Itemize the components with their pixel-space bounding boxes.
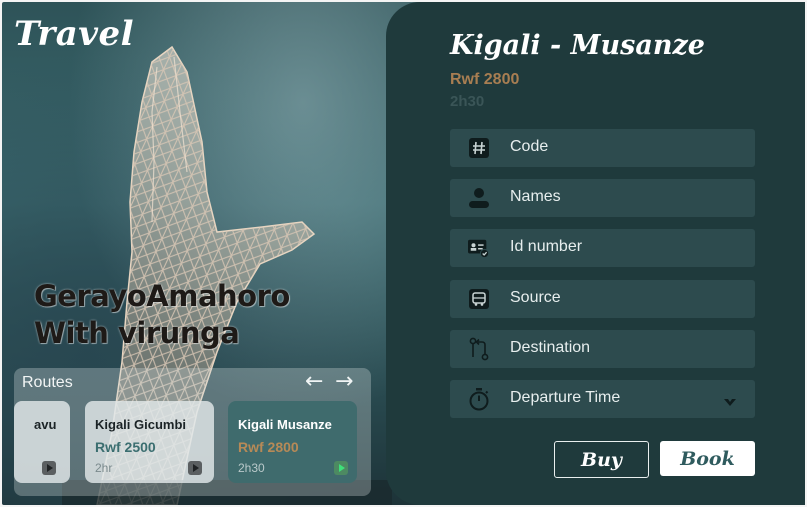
headline-line-1: GerayoAmahoro [34,279,290,313]
route-card[interactable]: avu [14,401,70,483]
booking-route-title: Kigali - Musanze [450,30,705,61]
stopwatch-icon [468,388,490,411]
id-number-field-label: Id number [510,238,583,255]
buy-button[interactable]: Buy [554,441,649,478]
route-card-price: Rwf 2500 [95,439,156,455]
play-icon[interactable] [42,461,56,475]
book-button[interactable]: Book [660,441,755,476]
route-card-title: avu [34,417,57,432]
route-card-title: Kigali Gicumbi [95,417,187,432]
route-card-title: Kigali Musanze [238,417,332,432]
route-card-time: 2hr [95,461,113,475]
hash-icon [468,137,490,159]
routes-title: Routes [22,374,73,391]
id-card-icon [468,237,490,259]
source-field-label: Source [510,289,561,306]
brand-logo: Travel [14,14,135,54]
chevron-down-icon[interactable] [723,393,737,412]
hero-section: Travel GerayoAmahoro With virunga Routes… [2,2,432,505]
destination-field[interactable]: Destination [450,330,755,368]
booking-price: Rwf 2800 [450,71,520,88]
route-card[interactable]: Kigali Gicumbi Rwf 2500 2hr [85,401,214,483]
headline-line-2: With virunga [34,316,240,350]
person-icon [468,187,490,209]
arrow-right-icon[interactable]: → [335,369,353,394]
play-icon[interactable] [188,461,202,475]
destination-field-label: Destination [510,339,591,356]
arrow-left-icon[interactable]: ← [305,369,323,394]
bus-icon [468,288,490,310]
route-card-selected[interactable]: Kigali Musanze Rwf 2800 2h30 [228,401,357,483]
route-icon [468,337,490,361]
code-field[interactable]: Code [450,129,755,167]
names-field-label: Names [510,188,561,205]
id-number-field[interactable]: Id number [450,229,755,267]
names-field[interactable]: Names [450,179,755,217]
code-field-label: Code [510,138,549,155]
departure-time-select[interactable]: Departure Time [450,380,755,418]
source-field[interactable]: Source [450,280,755,318]
departure-time-label: Departure Time [510,389,621,406]
route-card-price: Rwf 2800 [238,439,299,455]
play-icon[interactable] [334,461,348,475]
route-card-time: 2h30 [238,461,265,475]
booking-duration: 2h30 [450,93,485,110]
hero-headline: GerayoAmahoro With virunga [34,278,364,352]
